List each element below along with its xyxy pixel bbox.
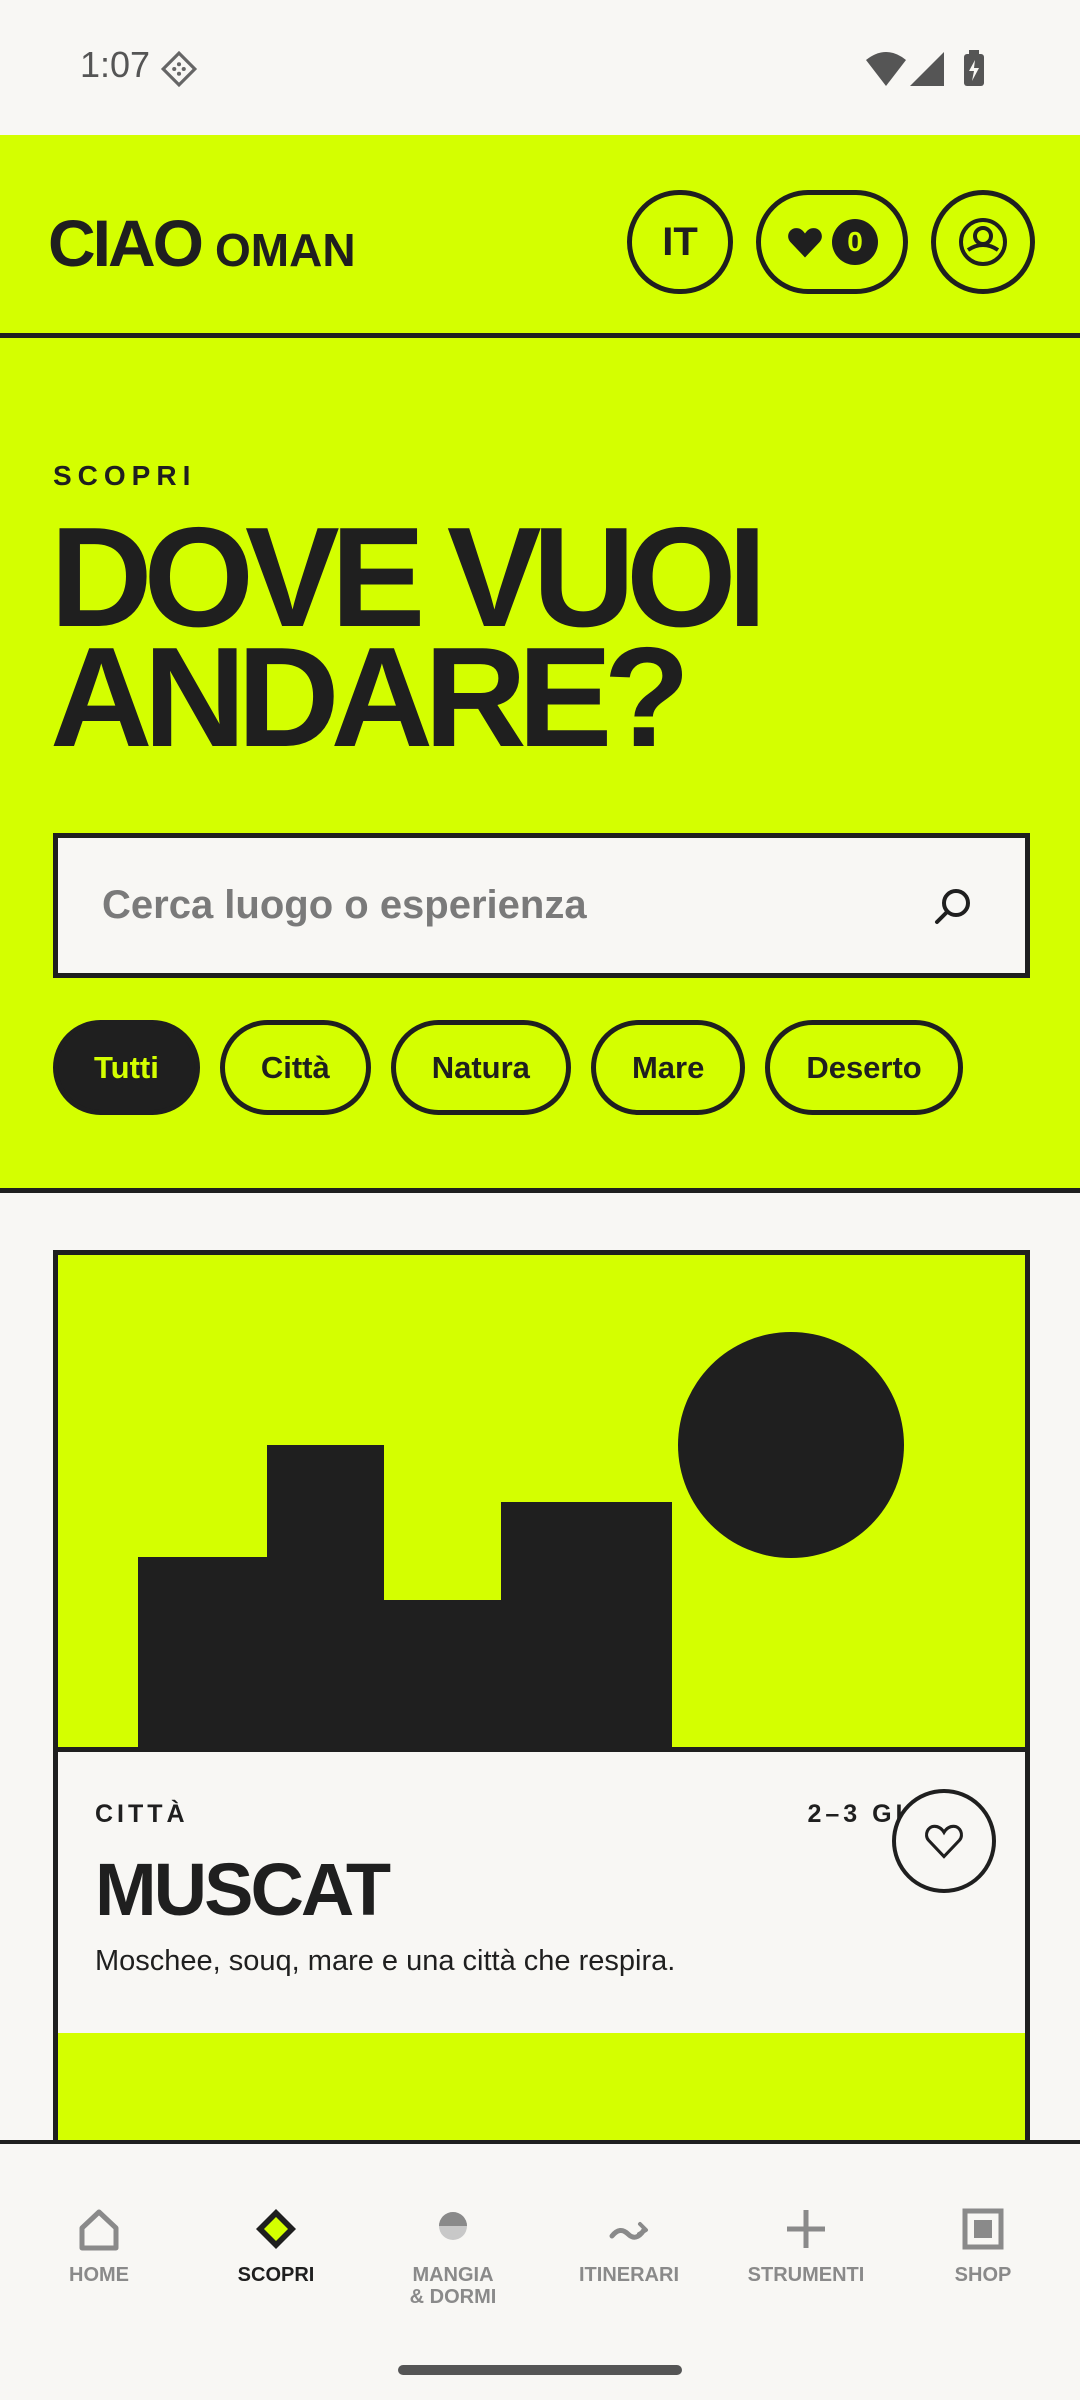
filter-chip-natura[interactable]: Natura [390,1020,571,1115]
status-icons [866,50,984,86]
filter-chips: Tutti Città Natura Mare Deserto [53,1020,963,1115]
app-logo[interactable]: CIAO OMAN [48,205,356,281]
account-button[interactable] [931,190,1035,294]
battery-icon [964,50,984,86]
nav-label: SHOP [954,2264,1012,2286]
destination-card[interactable]: CITTÀ 2–3 GIORNI MUSCAT Moschee, souq, m… [53,1250,1030,2150]
nav-item-scopri[interactable]: SCOPRI [191,2206,361,2286]
nav-item-mangia-dormi[interactable]: MANGIA & DORMI [368,2206,538,2308]
nav-label: MANGIA & DORMI [409,2264,497,2308]
card-title: MUSCAT [95,1848,391,1931]
app-header: CIAO OMAN IT 0 [0,135,1080,338]
sun-shape [678,1332,904,1558]
next-card-preview [58,2033,1025,2150]
brand-primary: CIAO [48,206,204,280]
developer-mode-icon [160,50,198,88]
nav-item-home[interactable]: HOME [14,2206,184,2286]
nav-item-itinerari[interactable]: ITINERARI [544,2206,714,2286]
search-input[interactable] [102,838,922,973]
search-icon[interactable] [933,886,973,926]
filter-chip-tutti[interactable]: Tutti [53,1020,200,1115]
search-box[interactable] [53,833,1030,978]
filter-chip-deserto[interactable]: Deserto [765,1020,963,1115]
diamond-icon [256,2209,296,2249]
route-icon [609,2222,648,2240]
city-skyline-illustration [138,1332,904,1752]
hero-section: SCOPRI DOVE VUOI ANDARE? Tutti Città Nat… [0,338,1080,1193]
nav-label: STRUMENTI [747,2264,865,2286]
destination-illustration [58,1255,1025,1752]
nav-label: ITINERARI [579,2264,679,2286]
language-button[interactable]: IT [627,190,733,294]
filter-chip-mare[interactable]: Mare [590,1020,746,1115]
nav-label: SCOPRI [237,2264,315,2286]
section-eyebrow: SCOPRI [53,460,197,491]
card-favorite-button[interactable] [892,1789,996,1893]
account-icon [959,218,1007,266]
card-description: Moschee, souq, mare e una città che resp… [95,1945,676,1977]
half-circle-icon [439,2212,467,2240]
square-icon [962,2208,1004,2250]
nav-item-shop[interactable]: SHOP [898,2206,1068,2286]
home-icon [79,2209,119,2251]
heart-outline-icon [925,1824,963,1859]
signal-icon [910,52,944,86]
bottom-navigation: HOME SCOPRI MANGIA & DORMI ITINERARI STR… [0,2140,1080,2400]
favorites-count-badge: 0 [832,219,878,265]
wifi-icon [866,52,906,86]
gesture-bar[interactable] [398,2365,682,2375]
status-time: 1:07 [80,44,151,85]
heart-icon [788,228,822,258]
status-bar: 1:07 [0,0,1080,135]
filter-chip-citta[interactable]: Città [219,1020,371,1115]
nav-item-strumenti[interactable]: STRUMENTI [721,2206,891,2286]
page-title: DOVE VUOI ANDARE? [50,498,767,777]
nav-label: HOME [69,2264,129,2286]
plus-icon [787,2210,825,2248]
favorites-button[interactable]: 0 [756,190,908,294]
brand-secondary: OMAN [215,224,356,276]
card-category: CITTÀ [95,1800,189,1828]
buildings-shape [138,1445,672,1752]
